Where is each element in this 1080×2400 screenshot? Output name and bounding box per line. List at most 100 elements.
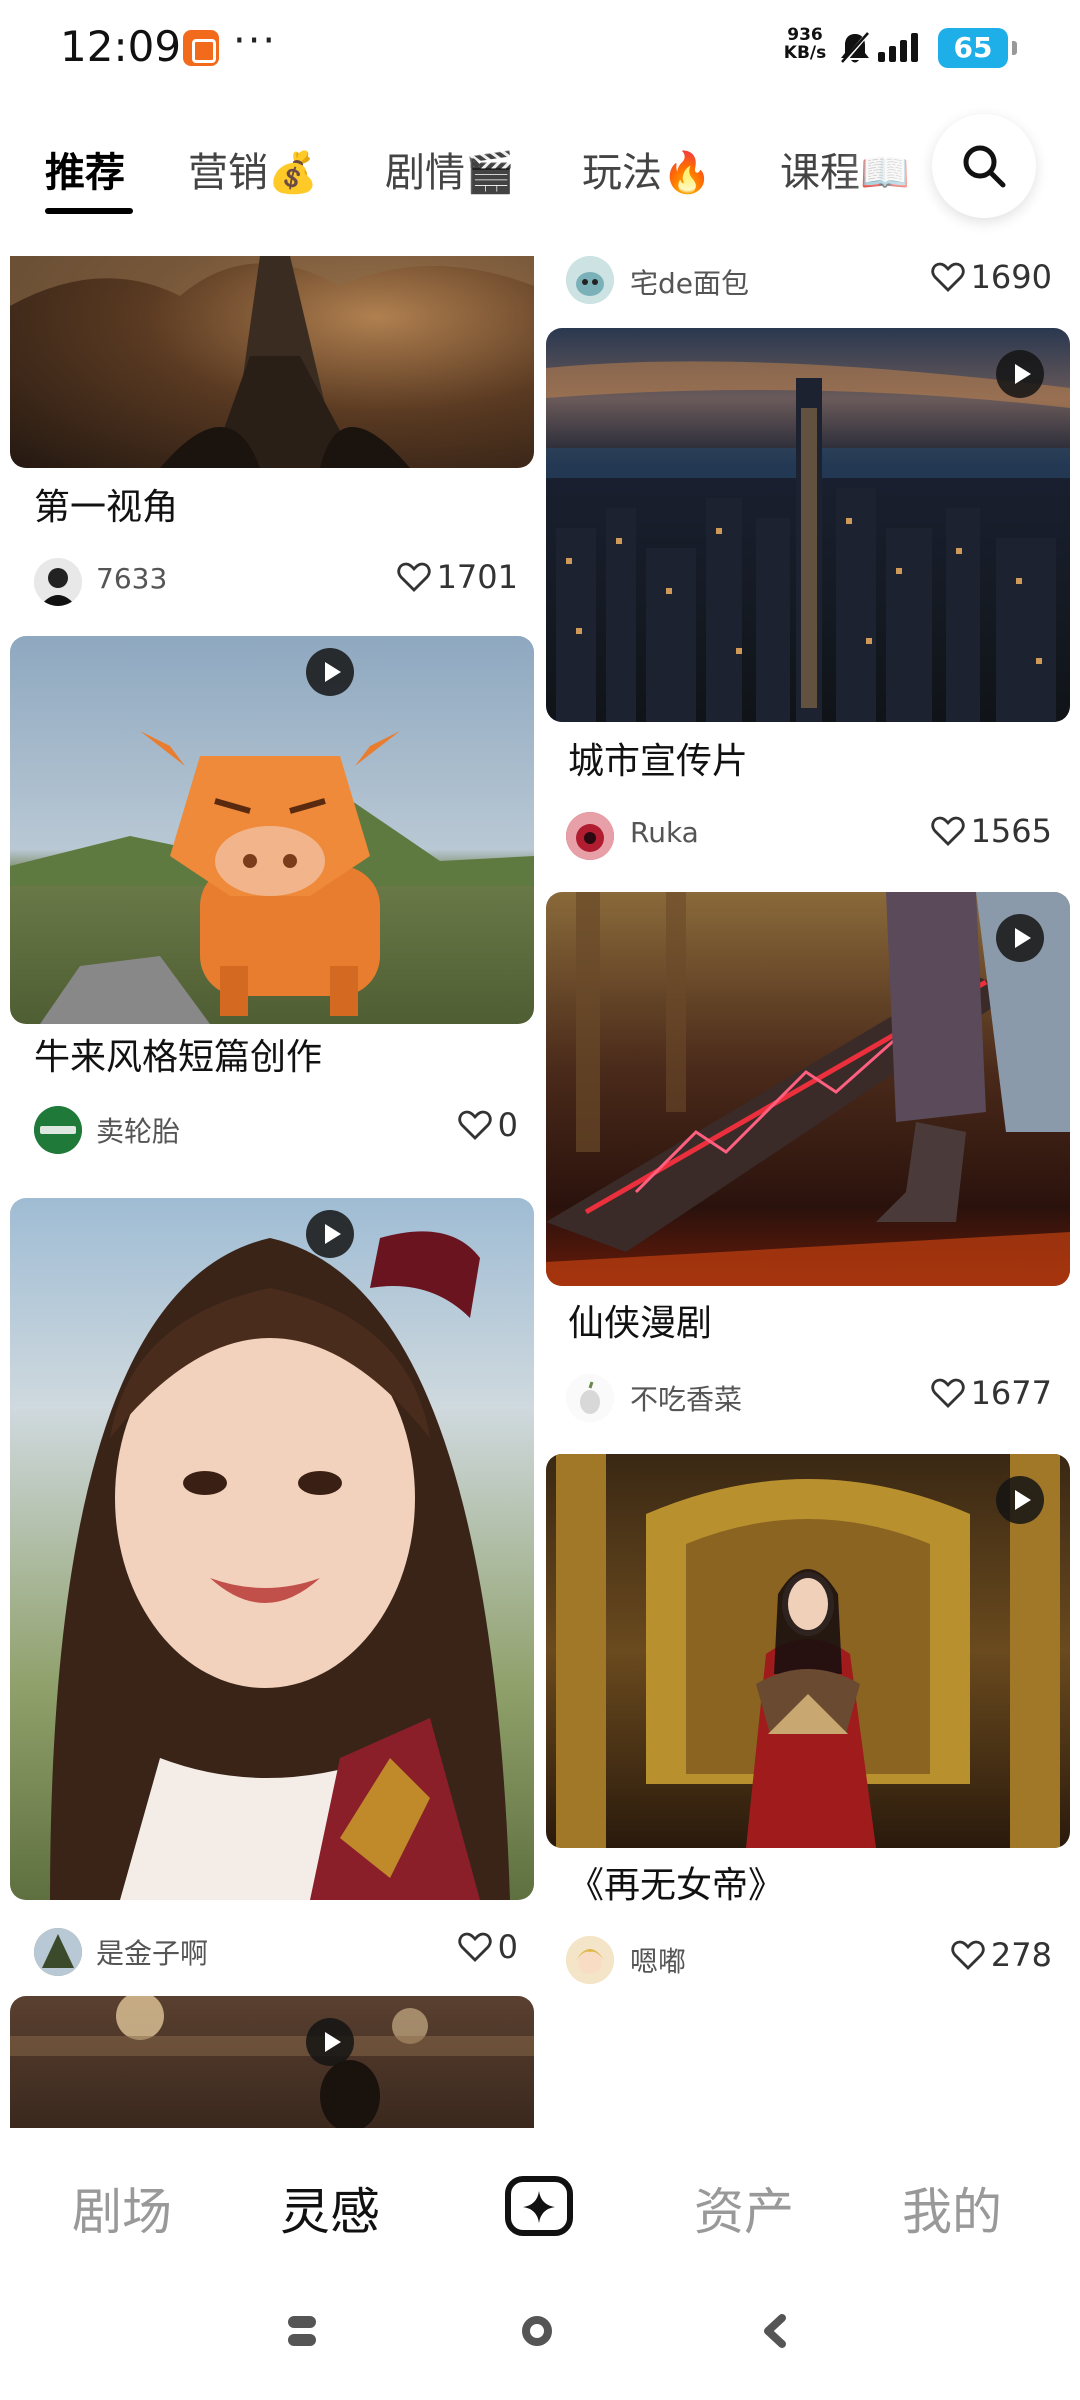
heart-icon [458,1110,492,1140]
nav-mine[interactable]: 我的 [902,2172,1002,2244]
money-bag-icon: 💰 [268,150,318,196]
card-title[interactable]: 《再无女帝》 [568,1856,784,1908]
tab-label: 玩法 [582,150,662,196]
card-title[interactable]: 牛来风格短篇创作 [34,1028,322,1080]
bell-muted-icon [840,30,871,66]
blurred-scene-image [10,1996,534,2128]
status-bar: 12:09 ··· 936 KB/s 65 [0,0,1080,96]
signal-icon [878,33,918,62]
app-notification-icon [183,30,219,66]
card-title[interactable]: 第一视角 [34,478,178,530]
tab-label: 剧情 [385,150,465,196]
card-thumbnail-xianxia[interactable] [546,892,1070,1286]
like-count[interactable]: 0 [390,1928,518,1966]
search-icon [963,145,1006,188]
avatar-image [566,1936,614,1984]
heart-icon [951,1940,985,1970]
first-person-scene-image [10,256,534,468]
card-thumbnail-city[interactable] [546,328,1070,722]
heart-icon [458,1932,492,1962]
heart-icon [396,562,431,592]
tab-label: 营销 [188,150,268,196]
heart-icon [930,816,965,846]
play-icon[interactable] [306,1210,354,1258]
nav-assets[interactable]: 资产 [694,2172,794,2244]
author-name[interactable]: 不吃香菜 [630,1378,742,1418]
avatar-logo-image [34,1106,82,1154]
avatar-image [566,812,614,860]
heart-icon [930,262,965,292]
card-thumbnail-empress[interactable] [546,1454,1070,1848]
system-navigation-bar [0,2278,1080,2400]
play-icon[interactable] [996,914,1044,962]
like-count-value: 278 [990,1936,1052,1974]
card-title[interactable]: 仙侠漫剧 [568,1294,712,1346]
author-name[interactable]: Ruka [630,816,699,849]
cartoon-cow-image [10,731,534,1024]
like-count-value: 1690 [970,258,1052,296]
clapper-icon: 🎬 [465,150,515,196]
network-speed: 936 KB/s [780,26,830,62]
play-icon[interactable] [996,350,1044,398]
author-name[interactable]: 7633 [96,562,167,595]
card-thumbnail-cow[interactable] [10,636,534,1024]
tab-gameplay[interactable]: 玩法🔥 [582,140,712,200]
like-count-value: 0 [497,1928,518,1966]
like-count[interactable]: 1677 [900,1374,1052,1412]
glowing-sword-image [546,892,1070,1286]
like-count[interactable]: 1701 [390,558,518,596]
nav-theater[interactable]: 剧场 [72,2172,172,2244]
avatar[interactable] [566,256,614,304]
tab-label: 推荐 [45,150,125,196]
author-name[interactable]: 宅de面包 [630,262,749,302]
avatar[interactable] [566,1374,614,1422]
status-time: 12:09 [60,22,182,71]
card-thumbnail-first-person[interactable] [10,256,534,468]
like-count-value: 1701 [436,558,518,596]
network-speed-value: 936 [787,25,823,45]
back-icon[interactable] [762,2314,788,2348]
avatar[interactable] [34,1106,82,1154]
play-icon[interactable] [306,648,354,696]
smiling-woman-image [50,1231,510,1900]
active-tab-indicator [45,208,133,214]
like-count-value: 1677 [970,1374,1052,1412]
empress-on-throne-image [556,1454,1060,1848]
home-icon[interactable] [522,2316,552,2346]
tab-story[interactable]: 剧情🎬 [385,140,515,200]
card-title[interactable]: 城市宣传片 [568,732,748,784]
author-name[interactable]: 嗯嘟 [630,1940,686,1980]
tab-marketing[interactable]: 营销💰 [188,140,318,200]
recent-apps-icon[interactable] [288,2316,316,2346]
like-count[interactable]: 278 [900,1936,1052,1974]
heart-icon [930,1378,965,1408]
author-name[interactable]: 是金子啊 [96,1932,208,1972]
play-icon[interactable] [306,2018,354,2066]
avatar[interactable] [566,812,614,860]
avatar[interactable] [34,1928,82,1976]
content-feed: 第一视角 7633 1701 牛来风格短篇创作 卖轮胎 0 是金子啊 0 宅de… [0,256,1080,2128]
like-count[interactable]: 1565 [900,812,1052,850]
bottom-navigation: 剧场 灵感 资产 我的 [0,2128,1080,2278]
tab-recommend[interactable]: 推荐 [45,140,125,200]
city-night-image [546,361,1070,722]
avatar-image [566,1374,614,1422]
avatar-image [566,256,614,304]
like-count[interactable]: 0 [390,1106,518,1144]
card-thumbnail-portrait[interactable] [10,1198,534,1900]
network-speed-unit: KB/s [783,43,827,63]
avatar-image [34,1928,82,1976]
like-count-value: 0 [497,1106,518,1144]
avatar[interactable] [34,558,82,606]
sparkle-icon [523,2191,555,2223]
create-button[interactable] [505,2176,573,2236]
like-count[interactable]: 1690 [900,258,1052,296]
like-count-value: 1565 [970,812,1052,850]
avatar[interactable] [566,1936,614,1984]
nav-inspiration[interactable]: 灵感 [280,2172,380,2244]
card-thumbnail-partial[interactable] [10,1996,534,2128]
play-icon[interactable] [996,1476,1044,1524]
search-button[interactable] [932,114,1036,218]
fire-icon: 🔥 [662,150,712,196]
author-name[interactable]: 卖轮胎 [96,1110,180,1150]
